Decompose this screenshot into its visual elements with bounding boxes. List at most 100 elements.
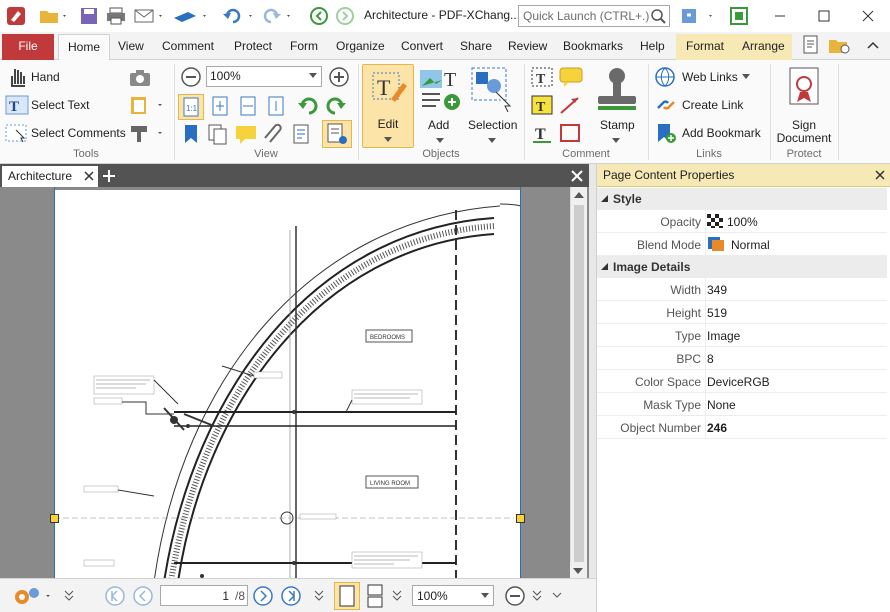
- close-icon[interactable]: [570, 169, 584, 183]
- section-image-details[interactable]: Image Details: [597, 256, 887, 278]
- gears-icon[interactable]: [12, 585, 52, 610]
- find-folder-icon[interactable]: [826, 34, 854, 56]
- create-link-icon[interactable]: [654, 94, 678, 119]
- stamp-label[interactable]: Stamp: [600, 118, 635, 132]
- create-link-label[interactable]: Create Link: [682, 98, 743, 112]
- web-links-label[interactable]: Web Links: [682, 70, 738, 84]
- continuous-page-icon[interactable]: [364, 583, 386, 612]
- tab-protect[interactable]: Protect: [226, 34, 280, 60]
- close-icon[interactable]: [875, 170, 885, 180]
- bookmark-icon[interactable]: [180, 122, 202, 149]
- content-properties-icon[interactable]: [322, 120, 352, 148]
- email-icon[interactable]: [132, 5, 166, 27]
- scroll-up-icon[interactable]: [574, 191, 584, 199]
- tab-arrange[interactable]: Arrange: [734, 34, 792, 60]
- rectangle-icon[interactable]: [558, 122, 582, 147]
- web-links-icon[interactable]: [654, 66, 678, 91]
- select-comments-icon[interactable]: [4, 122, 30, 147]
- search-icon[interactable]: [649, 7, 667, 25]
- zoom-out-icon[interactable]: [504, 585, 526, 610]
- zoom-combo[interactable]: 100%: [206, 66, 322, 87]
- property-row-color-space[interactable]: Color Space DeviceRGB: [597, 370, 887, 393]
- pages-icon[interactable]: [206, 122, 230, 149]
- select-comments-label[interactable]: Select Comments: [31, 126, 126, 140]
- double-chevron-icon[interactable]: [64, 589, 74, 606]
- add-bookmark-label[interactable]: Add Bookmark: [682, 126, 761, 140]
- tab-format[interactable]: Format: [676, 34, 734, 60]
- property-row-mask-type[interactable]: Mask Type None: [597, 393, 887, 416]
- typewriter-icon[interactable]: T: [530, 66, 554, 91]
- arrow-line-icon[interactable]: [558, 94, 582, 119]
- fullscreen-icon[interactable]: [728, 5, 750, 27]
- snapshot-icon[interactable]: [128, 68, 152, 91]
- selected-object-frame[interactable]: [54, 187, 521, 578]
- single-page-icon[interactable]: [334, 582, 360, 610]
- fit-width-icon[interactable]: [236, 94, 260, 121]
- chevron-down-icon[interactable]: [436, 138, 444, 144]
- tab-file[interactable]: File: [2, 34, 54, 60]
- scroll-thumb[interactable]: [574, 205, 584, 571]
- print-icon[interactable]: [104, 5, 128, 27]
- layers-icon[interactable]: [290, 122, 314, 149]
- tab-view[interactable]: View: [110, 34, 152, 60]
- stamp-icon[interactable]: [594, 66, 640, 117]
- selection-icon[interactable]: [468, 64, 516, 115]
- property-row-opacity[interactable]: Opacity 100%: [597, 210, 887, 233]
- rotate-right-icon[interactable]: [324, 94, 348, 121]
- property-row-width[interactable]: Width 349: [597, 278, 887, 301]
- next-page-icon[interactable]: [252, 585, 274, 610]
- hand-tool-label[interactable]: Hand: [31, 70, 60, 84]
- save-icon[interactable]: [78, 5, 100, 27]
- sign-label-line1[interactable]: Sign: [774, 118, 834, 132]
- tab-share[interactable]: Share: [452, 34, 500, 60]
- add-object-icon[interactable]: T: [418, 66, 464, 115]
- add-bookmark-icon[interactable]: [654, 122, 678, 147]
- chevron-down-icon[interactable]: [309, 73, 317, 79]
- zoom-out-icon[interactable]: [180, 66, 202, 91]
- scan-icon[interactable]: [170, 5, 210, 27]
- doc-properties-icon[interactable]: [800, 34, 824, 56]
- scroll-down-small-icon[interactable]: [552, 589, 562, 606]
- collapse-ribbon-icon[interactable]: [862, 34, 884, 56]
- new-tab-icon[interactable]: [102, 169, 116, 183]
- property-row-bpc[interactable]: BPC 8: [597, 347, 887, 370]
- clipboard-icon[interactable]: [128, 94, 164, 119]
- sticky-note-icon[interactable]: [558, 66, 584, 91]
- chevron-down-icon[interactable]: [612, 138, 620, 144]
- page-number-field[interactable]: 1 /8: [160, 585, 248, 606]
- collapse-icon[interactable]: [601, 195, 609, 203]
- fit-page-icon[interactable]: [208, 94, 232, 121]
- prev-page-icon[interactable]: [132, 585, 154, 610]
- selection-label[interactable]: Selection: [468, 118, 517, 132]
- double-chevron-icon[interactable]: [532, 589, 542, 606]
- edit-button[interactable]: T Edit: [362, 64, 414, 148]
- back-icon[interactable]: [308, 5, 330, 27]
- maximize-button[interactable]: [802, 0, 846, 32]
- tab-bookmarks[interactable]: Bookmarks: [555, 34, 631, 60]
- chevron-down-icon[interactable]: [481, 593, 489, 599]
- comments-icon[interactable]: [234, 122, 258, 149]
- format-painter-icon[interactable]: [128, 122, 164, 147]
- select-text-icon[interactable]: T: [4, 94, 30, 119]
- collapse-icon[interactable]: [601, 263, 609, 271]
- hand-icon[interactable]: [6, 66, 28, 91]
- section-style[interactable]: Style: [597, 188, 887, 210]
- document-viewport[interactable]: BEDROOMS LIVING ROOM: [0, 187, 590, 578]
- first-page-icon[interactable]: [104, 585, 126, 610]
- property-row-height[interactable]: Height 519: [597, 301, 887, 324]
- zoom-in-icon[interactable]: [328, 66, 350, 91]
- close-window-button[interactable]: [846, 0, 890, 32]
- fit-visible-icon[interactable]: [264, 94, 288, 121]
- rotate-left-icon[interactable]: [296, 94, 320, 121]
- resize-handle-left[interactable]: [50, 514, 59, 523]
- tab-comment[interactable]: Comment: [154, 34, 222, 60]
- tab-form[interactable]: Form: [282, 34, 326, 60]
- forward-icon[interactable]: [334, 5, 356, 27]
- tab-home[interactable]: Home: [58, 34, 110, 61]
- settings-icon[interactable]: [678, 5, 718, 27]
- add-label[interactable]: Add: [428, 118, 449, 132]
- property-row-object-number[interactable]: Object Number 246: [597, 416, 887, 439]
- last-page-icon[interactable]: [280, 585, 302, 610]
- document-tab[interactable]: Architecture: [2, 166, 98, 187]
- actual-size-icon[interactable]: 1:1: [178, 94, 204, 120]
